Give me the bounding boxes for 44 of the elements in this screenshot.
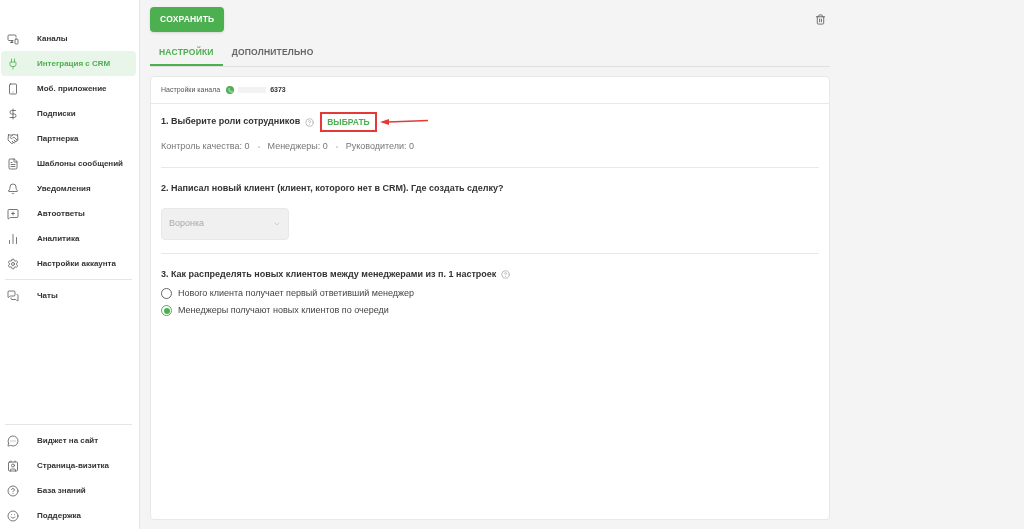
sidebar-item[interactable]: База знаний (1, 478, 136, 503)
help-icon (7, 484, 19, 497)
chat-icon (7, 289, 19, 302)
message-plus-icon (7, 207, 19, 220)
sidebar-item[interactable]: Поддержка (1, 503, 136, 528)
role-count: Руководители: 0 (345, 140, 414, 153)
handshake-icon (7, 132, 19, 145)
document-icon (7, 157, 19, 170)
option-label: Нового клиента получает первый ответивший менеджер (178, 286, 414, 300)
sidebar-item[interactable]: Уведомления (1, 176, 136, 201)
option-label: Менеджеры получают новых клиентов по очереди (178, 304, 389, 317)
role-count: Контроль качества: 0 (161, 140, 250, 153)
dollar-icon (7, 107, 19, 120)
smiley-icon (7, 509, 19, 522)
sidebar-item[interactable]: Шаблоны сообщений (1, 151, 136, 176)
whatsapp-icon (226, 86, 235, 94)
sidebar-item[interactable]: Настройки аккаунта (1, 251, 136, 276)
sidebar-item[interactable]: Партнерка (1, 126, 136, 151)
help-icon[interactable] (501, 270, 511, 280)
sidebar-item[interactable]: Виджет на сайт (1, 428, 136, 453)
sidebar-item[interactable]: Моб. приложение (1, 76, 136, 101)
tab[interactable]: ДОПОЛНИТЕЛЬНО (222, 44, 323, 66)
bell-icon (7, 182, 19, 195)
sidebar-item[interactable]: Чаты (1, 283, 136, 308)
settings-icon (7, 257, 19, 270)
sidebar-item[interactable]: Каналы (1, 26, 136, 51)
dropdown-icon (273, 220, 281, 228)
section-title: 3. Как распределять новых клиентов между менеджерами из п. 1 настроек (161, 268, 497, 281)
speech-bubble-icon (7, 434, 19, 447)
contact-card-icon (7, 459, 19, 472)
devices-icon (7, 32, 19, 45)
phone-icon (7, 82, 19, 95)
sidebar-item[interactable]: Подписки (1, 101, 136, 126)
help-icon[interactable] (305, 117, 315, 127)
arrow-icon (379, 118, 430, 126)
sidebar-item[interactable]: Аналитика (1, 226, 136, 251)
section-title: 1. Выберите роли сотрудников (161, 115, 301, 129)
role-count: Менеджеры: 0 (267, 140, 328, 153)
plug-icon (7, 57, 19, 70)
sidebar-item[interactable]: Страница-визитка (1, 453, 136, 478)
delete-icon[interactable] (815, 14, 826, 25)
sidebar-item[interactable]: Автоответы (1, 201, 136, 226)
bar-chart-icon (7, 232, 19, 245)
section-title: 2. Написал новый клиент (клиент, которого нет в CRM). Где создать сделку? (161, 181, 505, 195)
